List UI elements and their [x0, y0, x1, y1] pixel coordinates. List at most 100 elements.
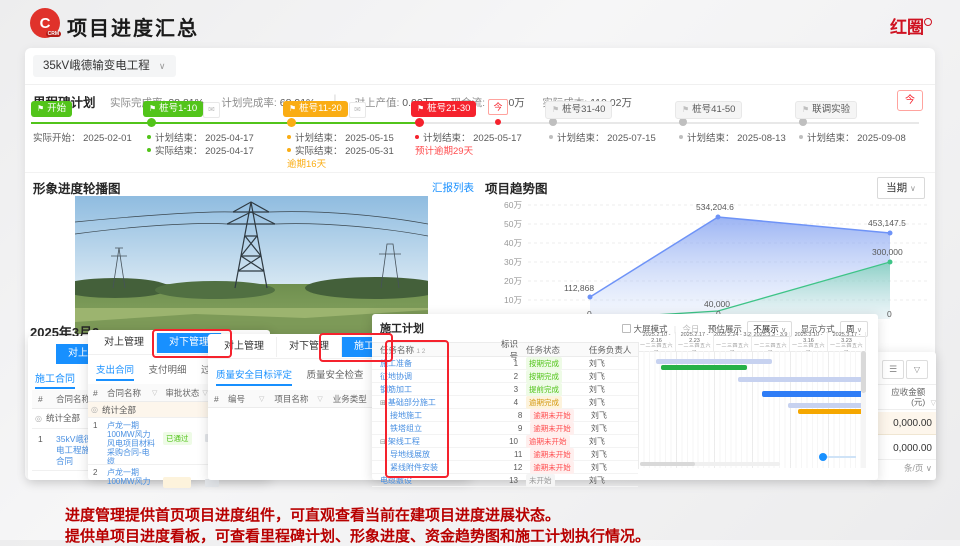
overdue-note: 逾期16天 — [287, 158, 394, 171]
tab-duishang[interactable]: 对上管理 — [92, 333, 157, 353]
svg-text:50万: 50万 — [504, 219, 522, 229]
task-link[interactable]: 电缆敷设 — [372, 475, 499, 486]
gantt-bar-planned[interactable] — [788, 403, 866, 408]
task-row[interactable]: 施工准备 1 按期完成 刘飞 — [372, 357, 638, 370]
subtab-zhichu-hetong[interactable]: 支出合同 — [96, 362, 134, 381]
task-row[interactable]: 钢筋加工 3 提前完成 刘飞 — [372, 383, 638, 396]
gantt-bar-actual[interactable] — [661, 365, 747, 370]
bullet — [287, 148, 291, 152]
project-selector-value: 35kV峨德输变电工程 — [43, 60, 150, 72]
mail-icon[interactable]: ✉ — [349, 102, 366, 118]
today-button[interactable]: 今 — [897, 90, 923, 111]
col-name: 合同名称 — [107, 387, 149, 399]
milestone-badge-1[interactable]: ⚑桩号1-10 — [143, 101, 203, 117]
subtab-shigong-hetong[interactable]: 施工合同 — [35, 370, 75, 389]
task-row[interactable]: 紧线附件安装 12 逾期未开始 刘飞 — [372, 461, 638, 474]
contract-link[interactable]: 卢龙一期100MW风力风电项目材料采购合同-电缆 — [107, 418, 157, 464]
data-point[interactable] — [888, 260, 893, 265]
task-row[interactable]: ⊟架线工程 10 逾期未开始 刘飞 — [372, 435, 638, 448]
task-row[interactable]: 铁塔组立 9 逾期未开始 刘飞 — [372, 422, 638, 435]
data-point[interactable] — [888, 231, 893, 236]
task-link[interactable]: 紧线附件安装 — [372, 462, 504, 473]
y-axis-ticks: 60万 50万 40万 30万 20万 10万 — [504, 200, 522, 305]
big-screen-checkbox[interactable] — [622, 324, 631, 333]
gantt-zoom-slider[interactable] — [822, 456, 856, 458]
gantt-bar-planned[interactable] — [738, 377, 862, 382]
milestone-badge-4[interactable]: ⚑桩号31-40 — [545, 101, 612, 119]
flag-icon: ⚑ — [417, 104, 424, 113]
timeline-node-dot — [679, 118, 687, 126]
report-list-link[interactable]: 汇报列表 — [432, 180, 474, 195]
task-link[interactable]: 基础部分施工 — [388, 398, 436, 407]
gantt-vscrollbar[interactable] — [861, 351, 866, 468]
svg-text:10万: 10万 — [504, 295, 522, 305]
gantt-zoom-handle[interactable] — [819, 453, 827, 461]
milestone-detail-1: 计划结束： 2025-04-17 实际结束： 2025-04-17 — [147, 132, 254, 158]
task-row[interactable]: ⊞基础部分施工 4 逾期完成 刘飞 — [372, 396, 638, 409]
page-title: 项目进度汇总 — [67, 12, 199, 41]
gantt-area — [638, 351, 866, 468]
milestone-badge-5[interactable]: ⚑桩号41-50 — [675, 101, 742, 119]
status-badge: 未开始 — [526, 474, 555, 487]
collapse-icon[interactable]: ⊟ — [380, 439, 386, 446]
col-status: 审批状态 — [157, 387, 199, 399]
task-link[interactable]: 施工准备 — [372, 358, 499, 369]
milestone-badge-start[interactable]: ⚑开始 — [31, 101, 72, 117]
mail-icon[interactable]: ✉ — [203, 102, 220, 118]
gantt-hscrollbar[interactable] — [640, 462, 780, 466]
filter-icon[interactable]: ▽ — [906, 360, 928, 379]
app-logo: C CRM — [30, 8, 60, 38]
bullet — [549, 135, 553, 139]
timeline-node-dot — [415, 118, 424, 127]
task-row[interactable]: 导地线展放 11 逾期未开始 刘飞 — [372, 448, 638, 461]
subtab-zhifu-mingxi[interactable]: 支付明细 — [148, 362, 186, 379]
milestone-badge-2[interactable]: ⚑桩号11-20 — [283, 101, 348, 117]
project-selector[interactable]: 35kV峨德输变电工程 ∨ — [33, 55, 176, 77]
tab-duixia[interactable]: 对下管理 — [277, 337, 342, 357]
pagination[interactable]: 条/页 ∨ — [904, 462, 932, 474]
task-link[interactable]: 征地协调 — [372, 371, 499, 382]
svg-text:40万: 40万 — [504, 238, 522, 248]
gantt-bar-planned[interactable] — [656, 359, 772, 364]
data-point[interactable] — [716, 215, 721, 220]
timeline-line-done — [31, 122, 421, 124]
gantt-hscroll-thumb[interactable] — [640, 462, 695, 466]
sort-icon[interactable]: ☰ — [882, 360, 904, 379]
gantt-vscroll-thumb[interactable] — [861, 351, 866, 393]
tab-duishang[interactable]: 对上管理 — [212, 337, 277, 357]
divider — [25, 84, 935, 85]
task-link[interactable]: 钢筋加工 — [372, 384, 499, 395]
brand-mark — [924, 18, 932, 26]
subtab-mubiao-pingding[interactable]: 质量安全目标评定 — [216, 367, 292, 386]
flag-icon: ⚑ — [802, 105, 809, 114]
col-name: 合同名称 — [56, 393, 90, 405]
status-badge: 逾期未开始 — [530, 409, 574, 422]
gantt-bar-actual[interactable] — [762, 391, 866, 397]
overdue-note: 预计逾期29天 — [415, 145, 522, 158]
gantt-bar-actual[interactable] — [798, 409, 866, 414]
task-link[interactable]: 架线工程 — [388, 437, 420, 446]
milestone-badge-3[interactable]: ⚑桩号21-30 — [411, 101, 476, 117]
milestone-detail-6: 计划结束： 2025-09-08 — [799, 132, 906, 145]
task-link[interactable]: 导地线展放 — [372, 449, 504, 460]
task-link[interactable]: 铁塔组立 — [372, 423, 504, 434]
subtab-anquan-jiancha[interactable]: 质量安全检查 — [306, 367, 363, 384]
data-point[interactable] — [588, 295, 593, 300]
task-row[interactable]: 电缆敷设 13 未开始 刘飞 — [372, 474, 638, 487]
milestone-detail-4: 计划结束： 2025-07-15 — [549, 132, 656, 145]
footer-note-2: 提供单项目进度看板，可查看里程碑计划、形象进度、资金趋势图和施工计划执行情况。 — [65, 525, 650, 546]
col-type: 业务类型 — [323, 393, 367, 405]
filter-icon[interactable]: ▽ — [931, 400, 936, 407]
milestone-badge-6[interactable]: ⚑联调实验 — [795, 101, 857, 119]
task-row[interactable]: 征地协调 2 按期完成 刘飞 — [372, 370, 638, 383]
carousel-title: 形象进度轮播图 — [33, 178, 121, 197]
task-row[interactable]: 接地施工 8 逾期未开始 刘飞 — [372, 409, 638, 422]
stats-icon: ◎ — [91, 405, 98, 414]
status-badge: 逾期未开始 — [530, 422, 574, 435]
task-link[interactable]: 接地施工 — [372, 410, 504, 421]
contract-link[interactable]: 卢龙一期100MW风力 — [107, 465, 157, 489]
timeline-node-dot — [549, 118, 557, 126]
expand-icon[interactable]: ⊞ — [380, 400, 386, 407]
status-badge: 已通过 — [163, 432, 192, 445]
status-badge: 按期完成 — [526, 370, 562, 383]
